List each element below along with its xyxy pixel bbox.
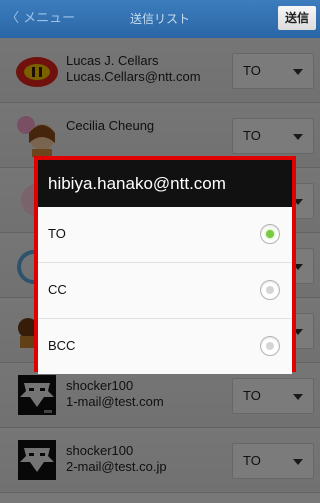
recipient-type-dialog: hibiya.hanako@ntt.com TO CC BCC (34, 156, 296, 374)
send-button[interactable]: 送信 (278, 6, 316, 30)
option-label: CC (48, 282, 67, 297)
option-label: BCC (48, 338, 76, 353)
option-to[interactable]: TO (38, 207, 292, 263)
radio-selected-icon[interactable] (260, 224, 280, 244)
radio-icon[interactable] (260, 336, 280, 356)
header-bar: 〈 メニュー 送信リスト 送信 (0, 0, 320, 39)
page-title: 送信リスト (129, 12, 190, 26)
option-bcc[interactable]: BCC (38, 319, 292, 374)
option-cc[interactable]: CC (38, 263, 292, 319)
dialog-title: hibiya.hanako@ntt.com (38, 160, 292, 207)
radio-icon[interactable] (260, 280, 280, 300)
option-label: TO (48, 226, 66, 241)
